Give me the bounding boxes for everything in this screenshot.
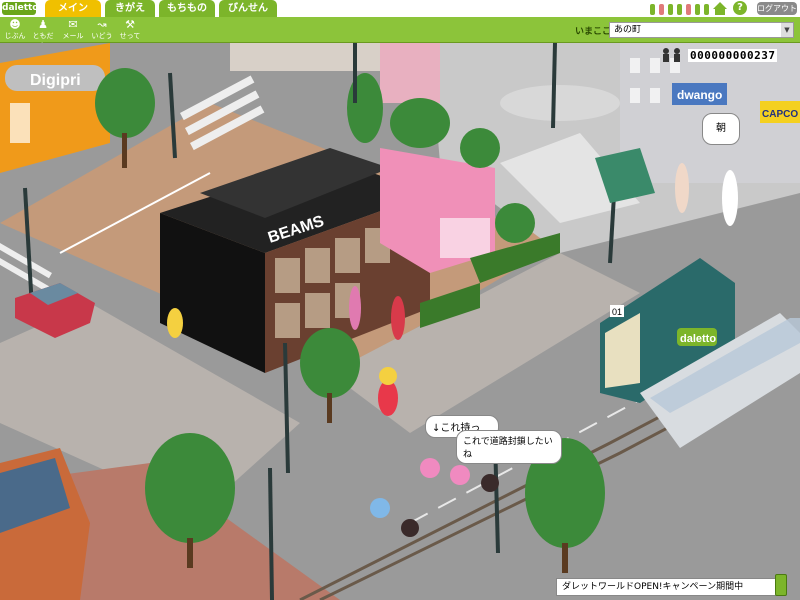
online-people-icons [648, 2, 718, 16]
game-scene[interactable]: Digipri dwango CAPCO BEAMS 01 daletto [0, 43, 800, 600]
news-ticker[interactable]: ダレットワールドOPEN!キャンペーン期間中 [556, 578, 777, 596]
people-count-icon [663, 48, 680, 62]
chevron-down-icon: ▼ [781, 23, 793, 37]
town-map: Digipri dwango CAPCO BEAMS 01 daletto [0, 43, 800, 600]
logout-button[interactable]: ログアウト [757, 2, 797, 15]
tab-kigae[interactable]: きがえ [105, 0, 155, 17]
digipri-sign: Digipri [30, 72, 81, 89]
daletto-stop-sign: daletto [680, 333, 716, 345]
coin-counter: 000000000237 [660, 47, 778, 63]
phone-icon[interactable] [775, 574, 787, 596]
speech-bubble: 朝 [702, 113, 740, 145]
mail-icon: ✉ [68, 18, 78, 31]
toolbar-settings-button[interactable]: ⚒ せってい [117, 18, 143, 50]
dwango-sign: dwango [677, 88, 722, 102]
wrench-icon: ⚒ [125, 18, 135, 31]
top-bar: daletto メイン きがえ もちもの びんせん ? ログアウト [0, 0, 800, 17]
toolbar-move-button[interactable]: ↝ いどう [89, 18, 115, 41]
person-icon: ☻ [9, 18, 21, 31]
toolbar-friends-button[interactable]: ♟ ともだち [30, 18, 56, 50]
toolbar-self-button[interactable]: ☻ じぶん [2, 18, 28, 41]
capcom-sign: CAPCO [762, 109, 798, 120]
location-value: あの町 [614, 25, 642, 35]
speech-bubble: これで道路封鎖したいね [456, 430, 562, 464]
location-select[interactable]: あの町 ▼ [609, 22, 794, 38]
move-icon: ↝ [97, 18, 107, 31]
counter-value: 000000000237 [688, 48, 778, 62]
toolbar-mail-button[interactable]: ✉ メール [60, 18, 86, 41]
home-icon[interactable] [712, 1, 728, 16]
tab-main[interactable]: メイン [45, 0, 101, 17]
tram-number: 01 [612, 307, 622, 317]
help-icon[interactable]: ? [733, 1, 747, 15]
daletto-logo: daletto [2, 2, 39, 15]
friends-icon: ♟ [38, 18, 48, 31]
tab-mochimono[interactable]: もちもの [159, 0, 215, 17]
tab-binsen[interactable]: びんせん [219, 0, 277, 17]
location-label: いまここ [575, 27, 612, 37]
